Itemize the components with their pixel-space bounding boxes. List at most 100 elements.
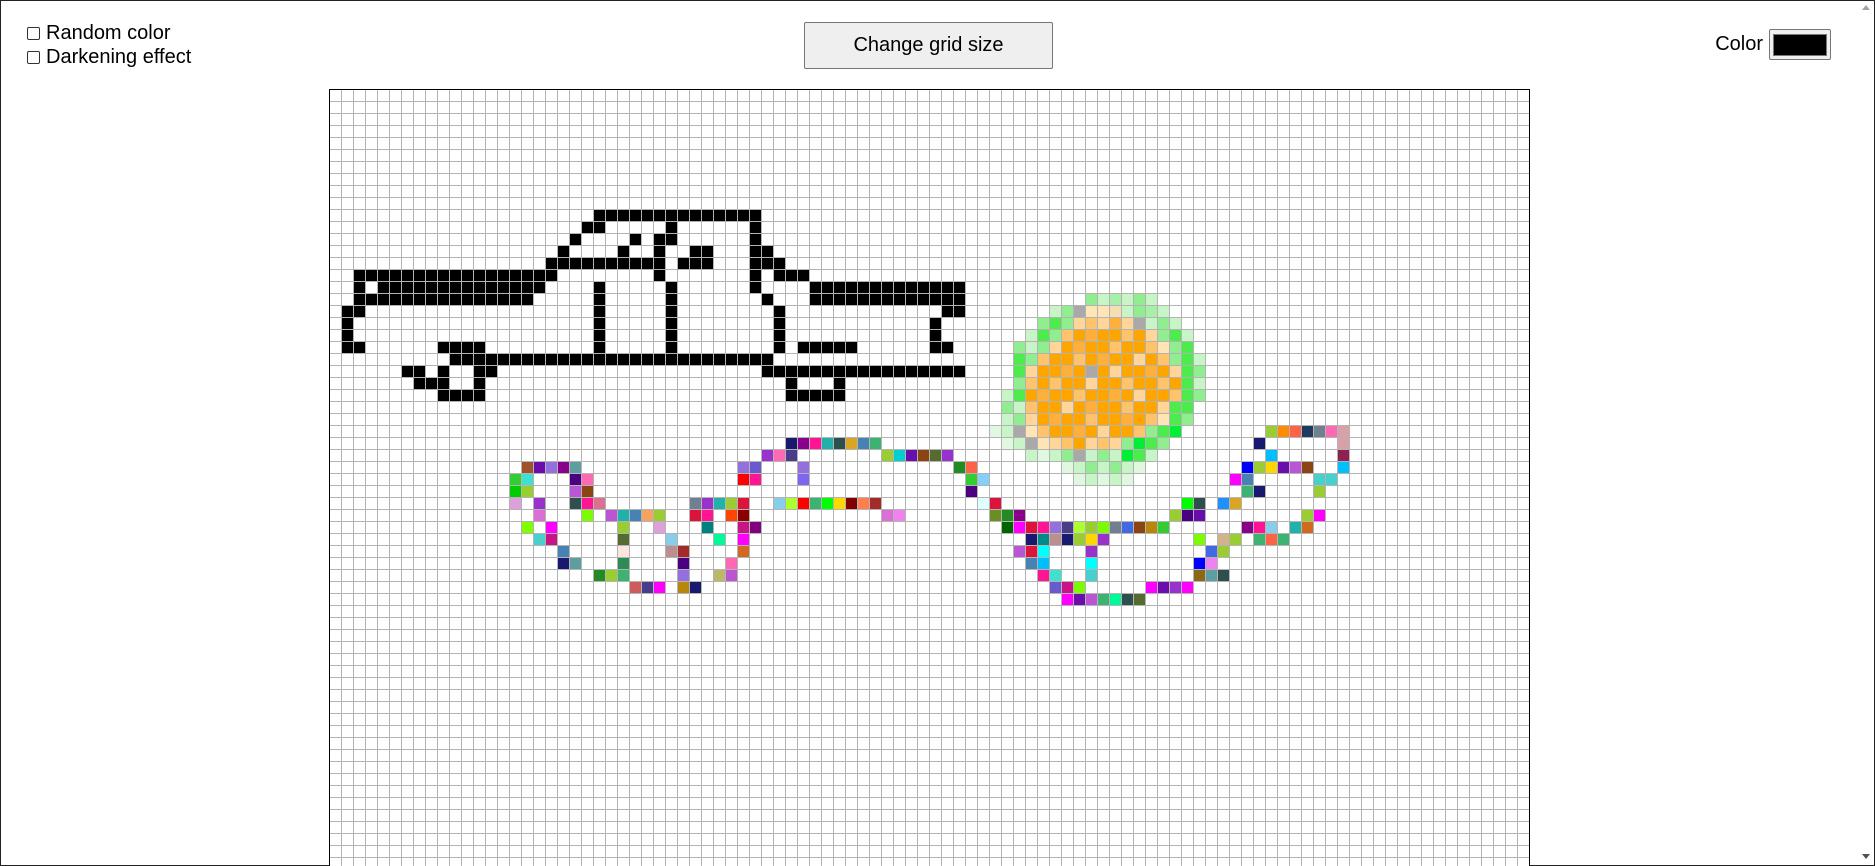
grid-cell[interactable] <box>630 102 642 114</box>
grid-cell[interactable] <box>486 534 498 546</box>
grid-cell[interactable] <box>1446 462 1458 474</box>
grid-cell[interactable] <box>750 666 762 678</box>
grid-cell[interactable] <box>822 186 834 198</box>
painted-cell[interactable] <box>1098 474 1110 486</box>
grid-cell[interactable] <box>1302 582 1314 594</box>
grid-cell[interactable] <box>678 270 690 282</box>
grid-cell[interactable] <box>1230 666 1242 678</box>
painted-cell[interactable] <box>1050 438 1062 450</box>
grid-cell[interactable] <box>1386 258 1398 270</box>
grid-cell[interactable] <box>750 366 762 378</box>
grid-cell[interactable] <box>582 186 594 198</box>
painted-cell[interactable] <box>1290 522 1302 534</box>
grid-cell[interactable] <box>1242 102 1254 114</box>
grid-cell[interactable] <box>366 570 378 582</box>
grid-cell[interactable] <box>1326 438 1338 450</box>
grid-cell[interactable] <box>366 450 378 462</box>
grid-cell[interactable] <box>1050 606 1062 618</box>
grid-cell[interactable] <box>1158 462 1170 474</box>
grid-cell[interactable] <box>1470 246 1482 258</box>
grid-cell[interactable] <box>570 150 582 162</box>
grid-cell[interactable] <box>462 318 474 330</box>
grid-cell[interactable] <box>1470 330 1482 342</box>
painted-cell[interactable] <box>858 498 870 510</box>
grid-cell[interactable] <box>798 210 810 222</box>
painted-cell[interactable] <box>810 498 822 510</box>
grid-cell[interactable] <box>1314 438 1326 450</box>
painted-cell[interactable] <box>402 366 414 378</box>
grid-cell[interactable] <box>1002 198 1014 210</box>
grid-cell[interactable] <box>1218 126 1230 138</box>
painted-cell[interactable] <box>1146 306 1158 318</box>
grid-cell[interactable] <box>690 546 702 558</box>
grid-cell[interactable] <box>1122 654 1134 666</box>
grid-cell[interactable] <box>870 318 882 330</box>
grid-cell[interactable] <box>1194 546 1206 558</box>
grid-cell[interactable] <box>966 306 978 318</box>
grid-cell[interactable] <box>522 222 534 234</box>
grid-cell[interactable] <box>750 294 762 306</box>
grid-cell[interactable] <box>618 474 630 486</box>
grid-cell[interactable] <box>498 474 510 486</box>
grid-cell[interactable] <box>654 126 666 138</box>
grid-cell[interactable] <box>1446 582 1458 594</box>
grid-cell[interactable] <box>870 402 882 414</box>
grid-cell[interactable] <box>738 114 750 126</box>
grid-cell[interactable] <box>1110 582 1122 594</box>
grid-cell[interactable] <box>678 666 690 678</box>
grid-cell[interactable] <box>1422 486 1434 498</box>
grid-cell[interactable] <box>1326 174 1338 186</box>
grid-cell[interactable] <box>870 246 882 258</box>
grid-cell[interactable] <box>858 162 870 174</box>
grid-cell[interactable] <box>1182 462 1194 474</box>
grid-cell[interactable] <box>1494 330 1506 342</box>
grid-cell[interactable] <box>1362 318 1374 330</box>
grid-cell[interactable] <box>666 582 678 594</box>
grid-cell[interactable] <box>1326 282 1338 294</box>
grid-cell[interactable] <box>762 462 774 474</box>
grid-cell[interactable] <box>1182 666 1194 678</box>
grid-cell[interactable] <box>1218 462 1230 474</box>
grid-cell[interactable] <box>714 306 726 318</box>
grid-cell[interactable] <box>786 210 798 222</box>
grid-cell[interactable] <box>1494 282 1506 294</box>
grid-cell[interactable] <box>702 582 714 594</box>
grid-cell[interactable] <box>1266 126 1278 138</box>
grid-cell[interactable] <box>846 90 858 102</box>
grid-cell[interactable] <box>990 186 1002 198</box>
painted-cell[interactable] <box>1074 318 1086 330</box>
grid-cell[interactable] <box>354 138 366 150</box>
grid-cell[interactable] <box>870 582 882 594</box>
painted-cell[interactable] <box>1038 414 1050 426</box>
grid-cell[interactable] <box>1314 378 1326 390</box>
grid-cell[interactable] <box>1146 162 1158 174</box>
grid-cell[interactable] <box>1278 354 1290 366</box>
painted-cell[interactable] <box>594 210 606 222</box>
grid-cell[interactable] <box>858 234 870 246</box>
painted-cell[interactable] <box>1254 534 1266 546</box>
grid-cell[interactable] <box>930 186 942 198</box>
grid-cell[interactable] <box>462 666 474 678</box>
grid-cell[interactable] <box>582 666 594 678</box>
grid-cell[interactable] <box>1458 162 1470 174</box>
grid-cell[interactable] <box>894 498 906 510</box>
grid-cell[interactable] <box>1446 222 1458 234</box>
grid-cell[interactable] <box>1290 618 1302 630</box>
grid-cell[interactable] <box>1458 354 1470 366</box>
grid-cell[interactable] <box>846 606 858 618</box>
grid-cell[interactable] <box>1374 174 1386 186</box>
painted-cell[interactable] <box>606 354 618 366</box>
painted-cell[interactable] <box>702 522 714 534</box>
painted-cell[interactable] <box>786 438 798 450</box>
grid-cell[interactable] <box>402 258 414 270</box>
grid-cell[interactable] <box>1518 318 1529 330</box>
grid-cell[interactable] <box>1266 570 1278 582</box>
grid-cell[interactable] <box>354 534 366 546</box>
grid-cell[interactable] <box>738 270 750 282</box>
grid-cell[interactable] <box>1494 498 1506 510</box>
grid-cell[interactable] <box>1074 282 1086 294</box>
color-input[interactable] <box>1769 29 1831 60</box>
grid-cell[interactable] <box>1410 318 1422 330</box>
grid-cell[interactable] <box>582 450 594 462</box>
grid-cell[interactable] <box>1302 222 1314 234</box>
